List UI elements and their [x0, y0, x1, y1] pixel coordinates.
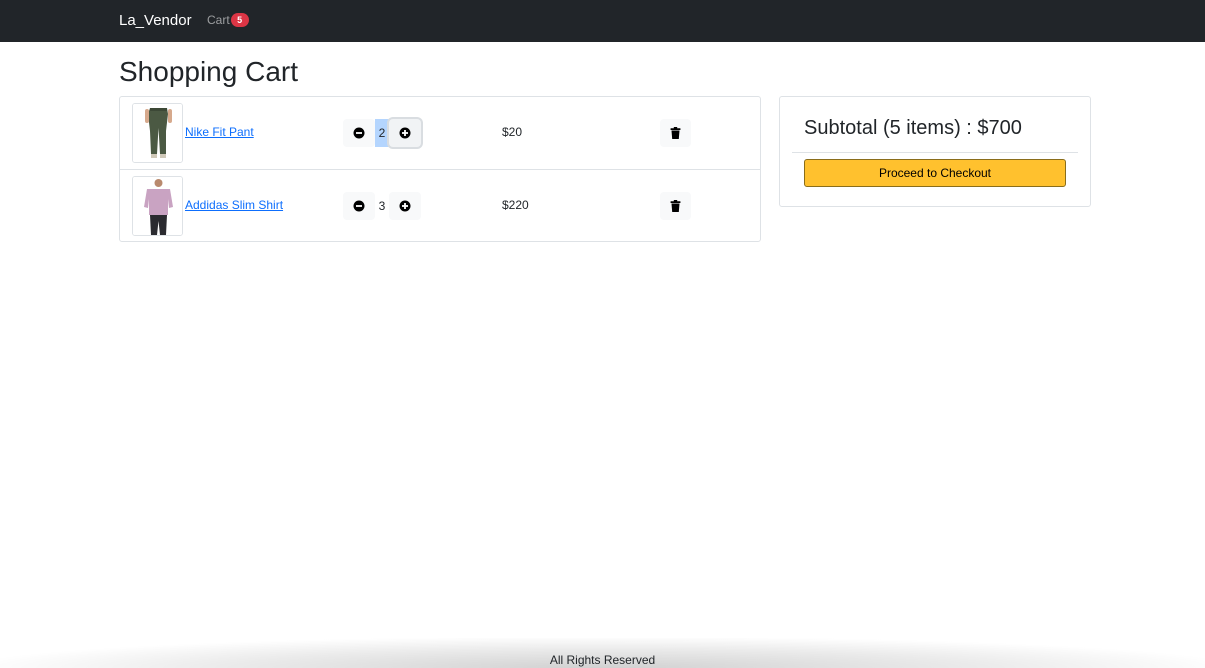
product-name-link[interactable]: Nike Fit Pant [185, 125, 254, 139]
cart-item-row: Nike Fit Pant 2 $20 [120, 97, 760, 170]
item-price: $220 [502, 198, 529, 212]
decrease-quantity-button[interactable] [343, 192, 375, 220]
cart-items-list: Nike Fit Pant 2 $20 Addidas Slim Shirt 3 [119, 96, 761, 242]
cart-count-badge: 5 [230, 13, 249, 27]
trash-icon [670, 200, 681, 212]
increase-quantity-button[interactable] [389, 192, 421, 220]
product-name-link[interactable]: Addidas Slim Shirt [185, 198, 283, 212]
plus-circle-icon [399, 200, 411, 212]
checkout-button[interactable]: Proceed to Checkout [804, 159, 1066, 187]
subtotal-text: Subtotal (5 items) : $700 [804, 117, 1022, 139]
footer-copyright: All Rights Reserved [549, 653, 656, 667]
item-price: $20 [502, 125, 523, 139]
order-summary-card: Subtotal (5 items) : $700 Proceed to Che… [779, 96, 1091, 207]
cart-link-label: Cart [207, 13, 230, 27]
trash-icon [670, 127, 681, 139]
quantity-value: 2 [375, 119, 389, 147]
brand-link[interactable]: La_Vendor [119, 12, 192, 29]
page-title: Shopping Cart [119, 56, 299, 87]
quantity-value: 3 [378, 199, 386, 213]
top-navbar: La_Vendor Cart 5 [0, 0, 1205, 42]
remove-item-button[interactable] [660, 192, 691, 220]
product-thumbnail[interactable] [132, 103, 183, 163]
page-footer: All Rights Reserved [0, 638, 1205, 668]
nav-cart-link[interactable]: Cart 5 [207, 13, 249, 27]
shirt-product-image [133, 177, 182, 235]
minus-circle-icon [353, 200, 365, 212]
pant-product-image [133, 104, 182, 162]
remove-item-button[interactable] [660, 119, 691, 147]
cart-item-row: Addidas Slim Shirt 3 $220 [120, 170, 760, 242]
summary-divider [792, 152, 1078, 153]
minus-circle-icon [353, 127, 365, 139]
decrease-quantity-button[interactable] [343, 119, 375, 147]
increase-quantity-button[interactable] [389, 119, 421, 147]
product-thumbnail[interactable] [132, 176, 183, 236]
plus-circle-icon [399, 127, 411, 139]
